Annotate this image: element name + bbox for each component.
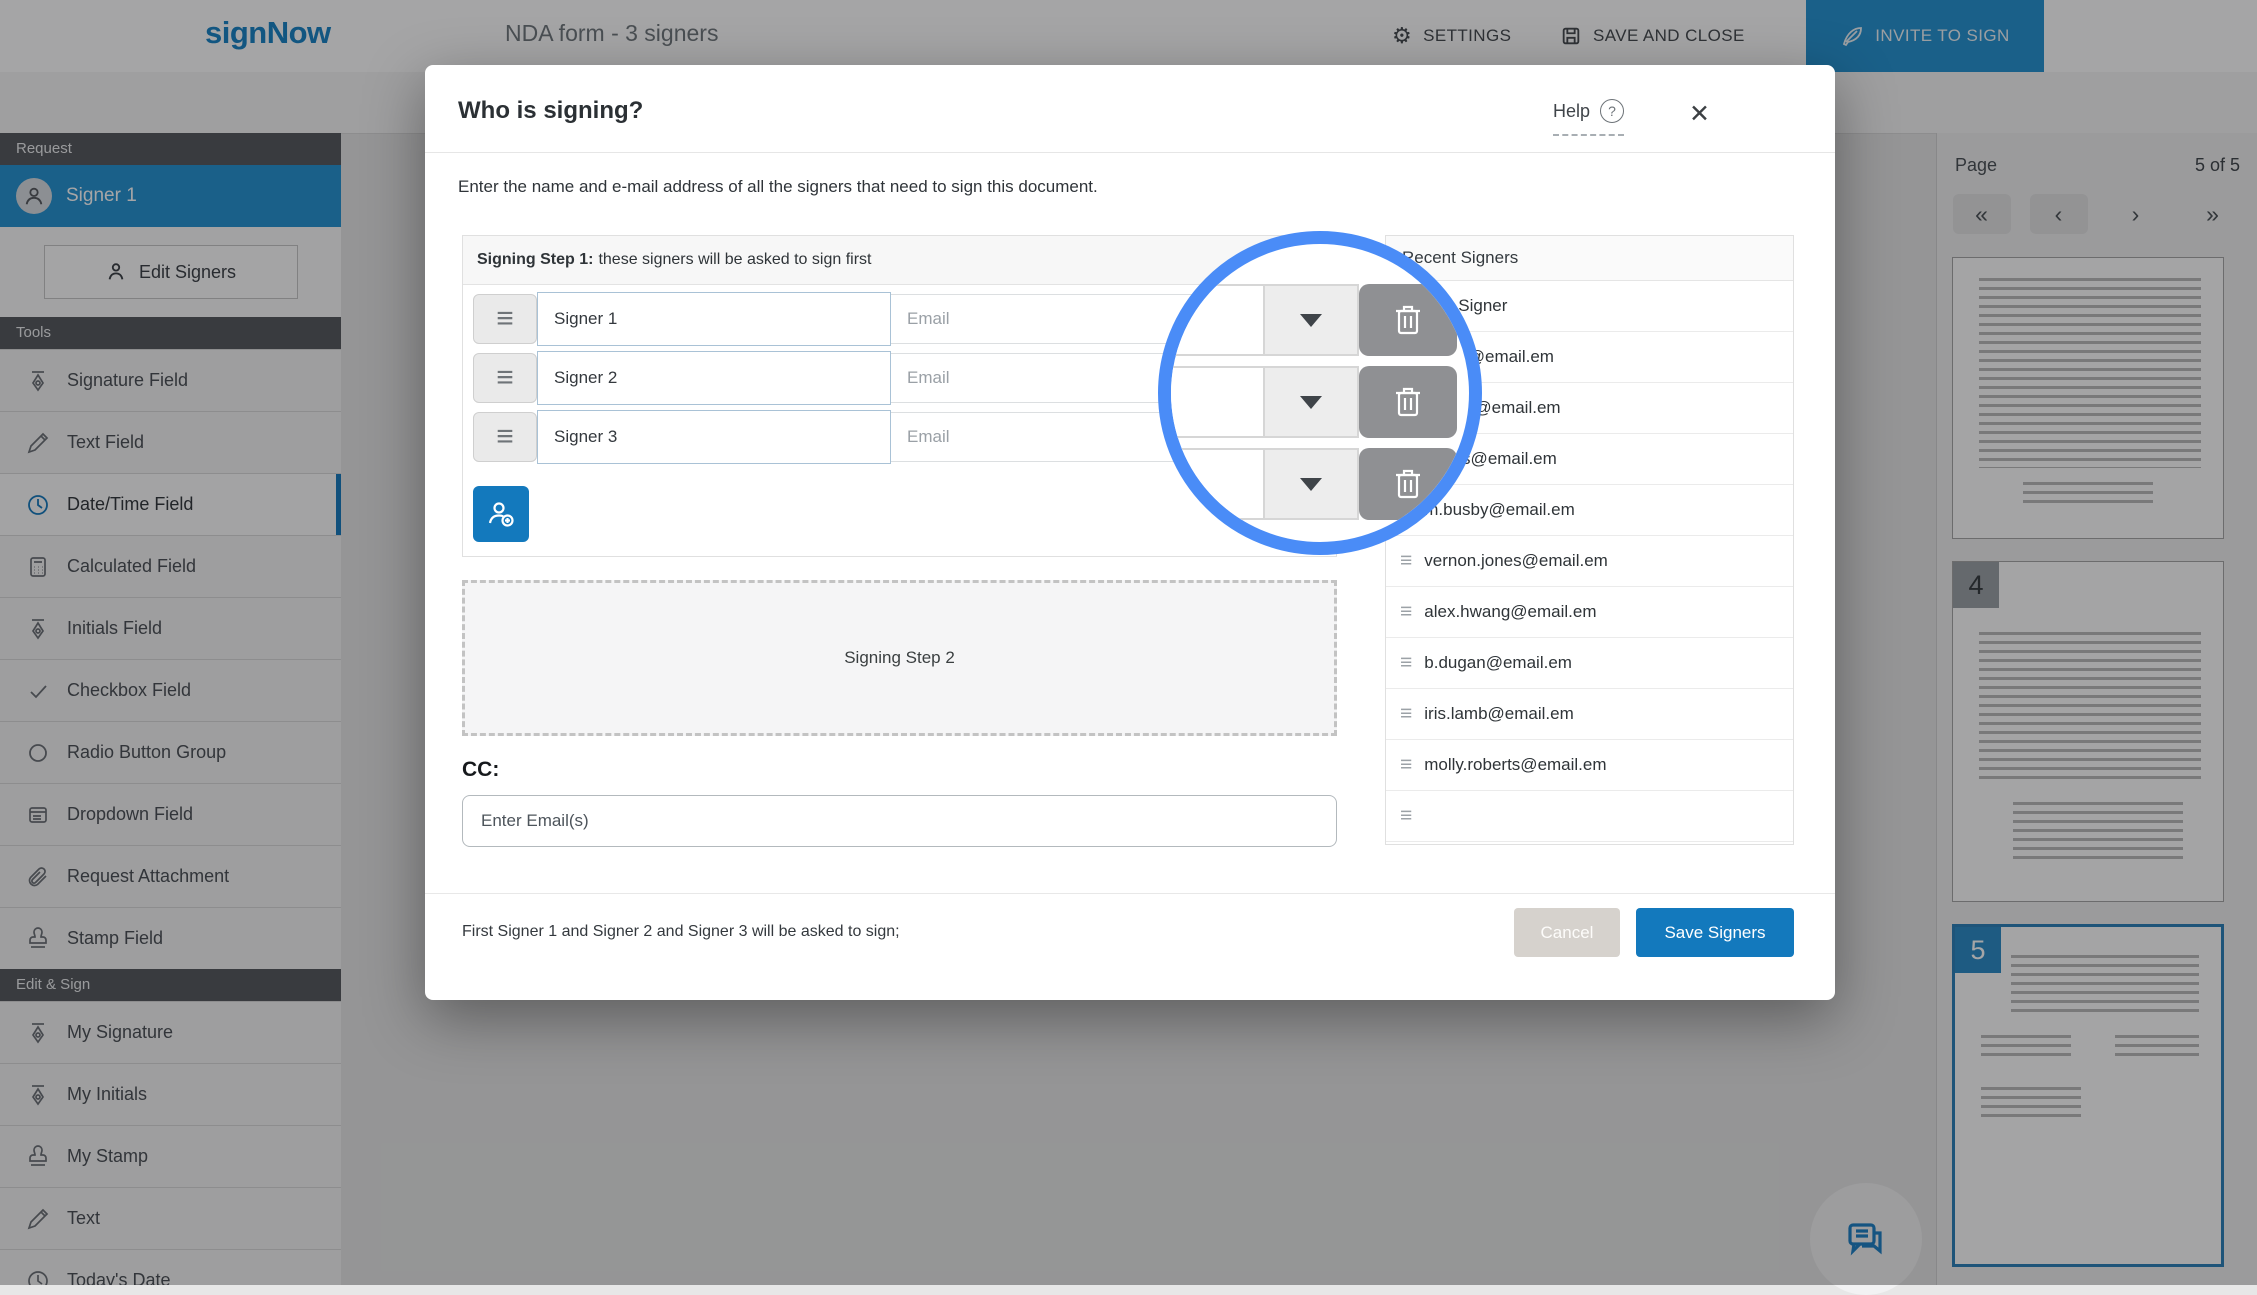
magnified-delete-button[interactable] <box>1359 284 1457 356</box>
signer-name-input[interactable] <box>537 351 891 405</box>
magnified-options-dropdown[interactable] <box>1263 448 1359 520</box>
drag-handle-icon[interactable]: ≡ <box>473 294 537 344</box>
magnified-options-dropdown[interactable] <box>1263 366 1359 438</box>
drag-handle-icon[interactable]: ≡ <box>473 412 537 462</box>
help-link[interactable]: Help ? <box>1553 99 1624 136</box>
modal-title: Who is signing? <box>458 97 643 125</box>
recent-signer-label: iris.lamb@email.em <box>1424 704 1574 724</box>
zoom-highlight-circle <box>1158 231 1482 555</box>
modal-description: Enter the name and e-mail address of all… <box>458 177 1098 197</box>
recent-signer-item[interactable]: ≡ alex.hwang@email.em <box>1386 587 1793 638</box>
recent-signer-label: alex.hwang@email.em <box>1424 602 1596 622</box>
magnified-row-controls <box>1171 448 1457 520</box>
cc-email-input[interactable] <box>462 795 1337 847</box>
drag-handle-icon: ≡ <box>1400 702 1412 726</box>
who-is-signing-modal: Who is signing? Help ? ✕ Enter the name … <box>425 65 1835 1000</box>
magnified-options-dropdown[interactable] <box>1263 284 1359 356</box>
recent-signer-item[interactable]: ≡ iris.lamb@email.em <box>1386 689 1793 740</box>
chevron-down-icon <box>1300 396 1322 409</box>
recent-signer-item[interactable]: ≡ vernon.jones@email.em <box>1386 536 1793 587</box>
drag-handle-icon: ≡ <box>1400 600 1412 624</box>
cc-label: CC: <box>462 758 499 782</box>
modal-footer-divider <box>425 893 1835 894</box>
close-icon[interactable]: ✕ <box>1683 93 1716 135</box>
drag-handle-icon: ≡ <box>1400 651 1412 675</box>
drag-handle-icon: ≡ <box>1400 549 1412 573</box>
help-question-icon: ? <box>1600 99 1624 123</box>
signing-step-2-dropzone[interactable]: Signing Step 2 <box>462 580 1337 736</box>
recent-signer-item[interactable]: ≡ molly.roberts@email.em <box>1386 740 1793 791</box>
magnified-email-field <box>1171 366 1263 438</box>
add-signer-button[interactable] <box>473 486 529 542</box>
drag-handle-icon: ≡ <box>1400 804 1412 828</box>
signing-order-note: First Signer 1 and Signer 2 and Signer 3… <box>462 923 900 941</box>
recent-signer-item[interactable]: ≡ b.dugan@email.em <box>1386 638 1793 689</box>
magnified-delete-button[interactable] <box>1359 366 1457 438</box>
magnified-email-field <box>1171 284 1263 356</box>
signer-name-input[interactable] <box>537 292 891 346</box>
recent-signer-label: b.dugan@email.em <box>1424 653 1572 673</box>
modal-header-divider <box>425 152 1835 153</box>
trash-icon <box>1392 302 1424 338</box>
chevron-down-icon <box>1300 314 1322 327</box>
signer-email-input[interactable] <box>891 294 1206 344</box>
recent-signer-label: vernon.jones@email.em <box>1424 551 1608 571</box>
magnified-delete-button[interactable] <box>1359 448 1457 520</box>
drag-handle-icon: ≡ <box>1400 753 1412 777</box>
signing-step-1-title: Signing Step 1: <box>477 251 593 269</box>
signer-email-input[interactable] <box>891 412 1206 462</box>
cancel-button[interactable]: Cancel <box>1514 908 1620 957</box>
signer-name-input[interactable] <box>537 410 891 464</box>
magnified-email-field <box>1171 448 1263 520</box>
chevron-down-icon <box>1300 478 1322 491</box>
magnified-row-controls <box>1171 366 1457 438</box>
signing-step-1-subtitle: these signers will be asked to sign firs… <box>598 251 871 269</box>
drag-handle-icon[interactable]: ≡ <box>473 353 537 403</box>
add-person-icon <box>486 499 516 529</box>
recent-signers-title: Recent Signers <box>1386 236 1793 281</box>
trash-icon <box>1392 384 1424 420</box>
signing-step-2-label: Signing Step 2 <box>844 648 955 668</box>
save-signers-button[interactable]: Save Signers <box>1636 908 1794 957</box>
magnified-row-controls <box>1171 284 1457 356</box>
recent-signer-label: molly.roberts@email.em <box>1424 755 1606 775</box>
help-label: Help <box>1553 101 1590 122</box>
trash-icon <box>1392 466 1424 502</box>
recent-signer-item-empty[interactable]: ≡ <box>1386 791 1793 842</box>
